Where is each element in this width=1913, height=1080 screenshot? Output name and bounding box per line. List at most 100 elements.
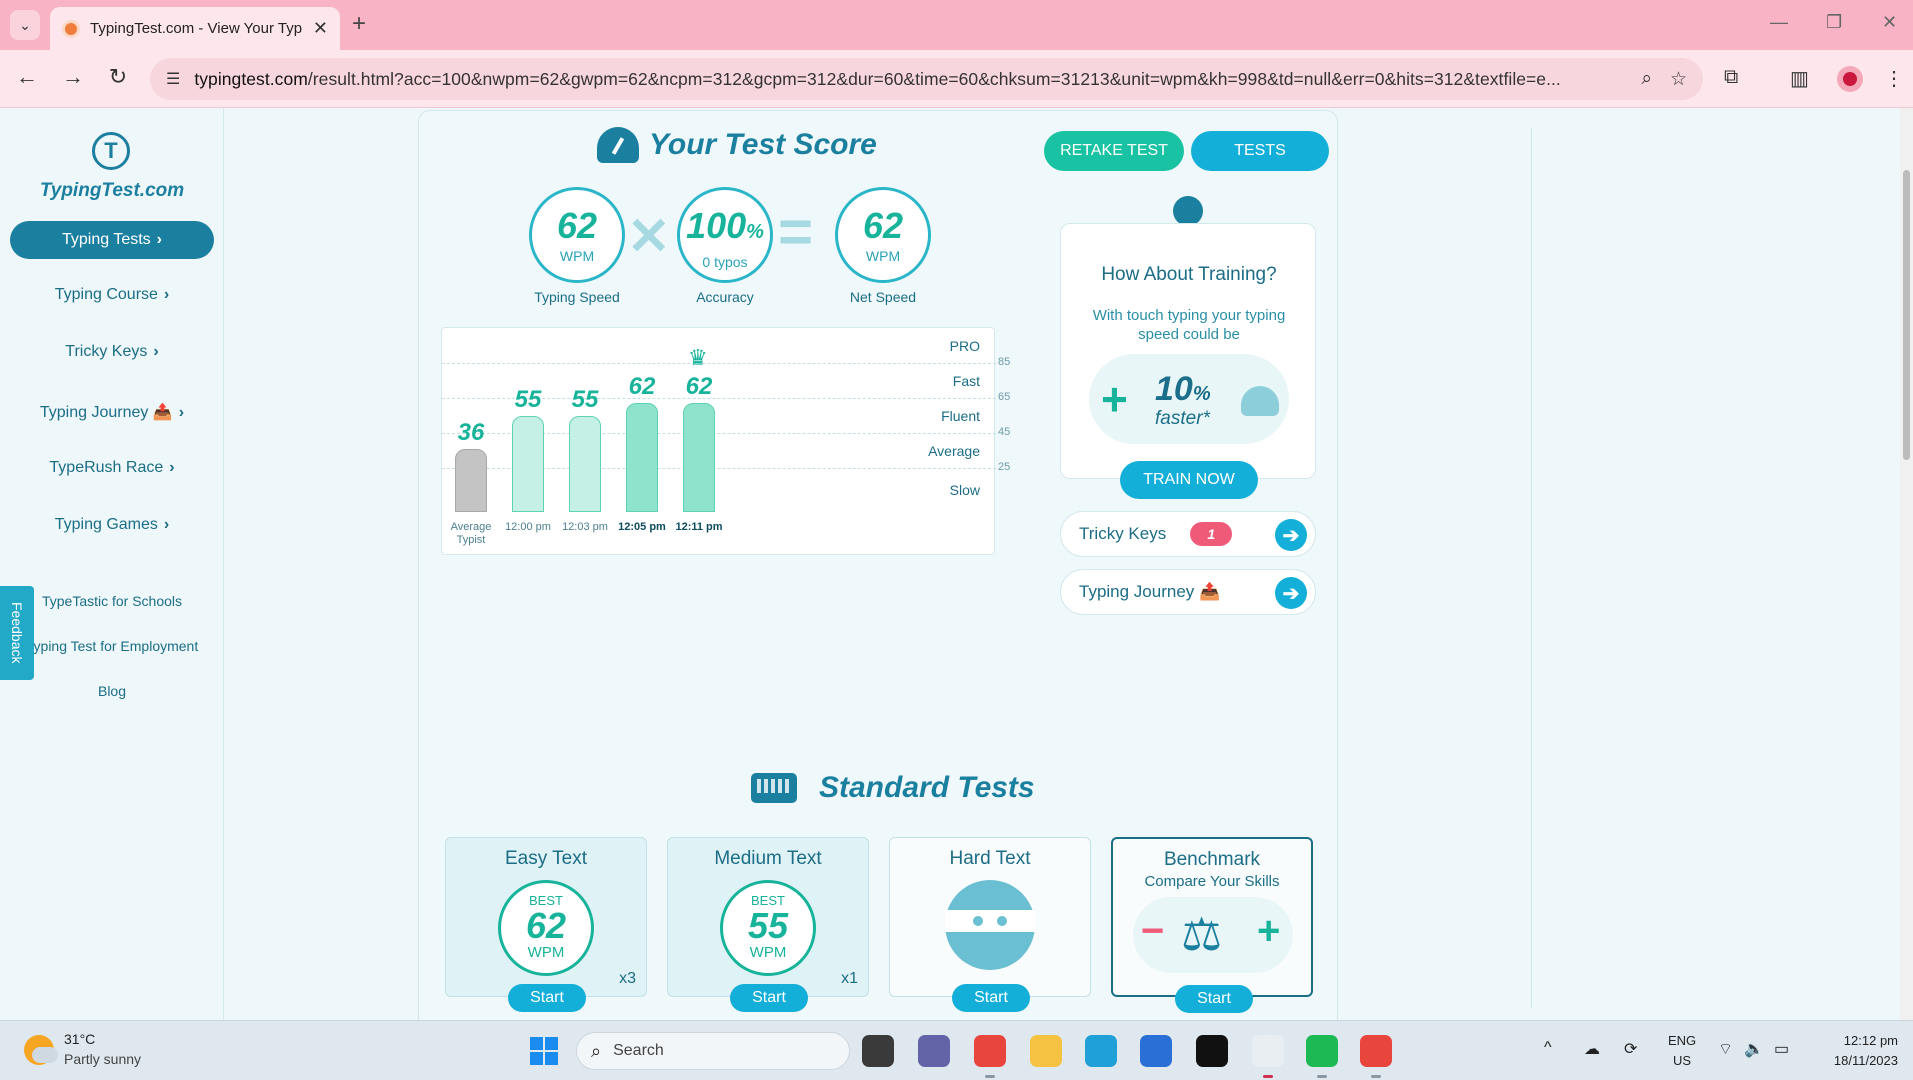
chart-tick-label: 85 — [998, 356, 1011, 369]
weather-partly-sunny-icon[interactable] — [24, 1035, 58, 1065]
score-header: Your Test Score — [597, 127, 877, 163]
browser-tab-bar: ⌄ TypingTest.com - View Your Typ ✕ + — ❐… — [0, 0, 1913, 50]
reload-icon[interactable]: ↻ — [103, 64, 133, 90]
url-text[interactable]: typingtest.com/result.html?acc=100&nwpm=… — [194, 69, 1623, 90]
chart-data-label: 62 — [628, 373, 656, 401]
clock-date[interactable]: 18/11/2023 — [1808, 1053, 1898, 1068]
puzzle-icon[interactable]: ⧉ — [1724, 66, 1738, 89]
browser-toolbar: ← → ↻ ☰ typingtest.com/result.html?acc=1… — [0, 50, 1913, 108]
retake-test-button[interactable]: RETAKE TEST — [1044, 131, 1184, 171]
onedrive-icon[interactable]: ☁ — [1584, 1039, 1600, 1059]
tab-list-button[interactable]: ⌄ — [10, 10, 40, 40]
start-button[interactable]: Start — [508, 984, 586, 1012]
start-button[interactable]: Start — [1175, 985, 1253, 1013]
side-panel-icon[interactable]: ▥ — [1790, 66, 1809, 91]
app-running-indicator — [1263, 1075, 1273, 1078]
crown-icon: ♛ — [688, 345, 708, 371]
tricky-keys-link[interactable]: Tricky Keys 1 ➔ — [1060, 511, 1316, 557]
volume-icon[interactable]: 🔈 — [1744, 1039, 1764, 1059]
input-language[interactable]: ENG — [1668, 1033, 1696, 1048]
store-app-icon[interactable] — [1140, 1035, 1172, 1067]
feedback-label: Feedback — [9, 602, 25, 664]
chrome-app-icon[interactable] — [974, 1035, 1006, 1067]
link-blog[interactable]: Blog — [0, 683, 224, 699]
tests-button[interactable]: TESTS — [1191, 131, 1329, 171]
sidebar-item-typing-journey[interactable]: Typing Journey 📤 › — [0, 402, 224, 422]
typing-speed-value: 62 — [556, 205, 598, 246]
edge-app-icon[interactable] — [1085, 1035, 1117, 1067]
benchmark-badge: − ⚖ + — [1133, 897, 1293, 973]
sync-icon[interactable]: ⟳ — [1624, 1039, 1637, 1059]
feedback-tab[interactable]: Feedback — [0, 586, 34, 680]
sidebar-item-tricky-keys[interactable]: Tricky Keys › — [0, 343, 224, 361]
chart-level-label: Fluent — [941, 407, 980, 424]
window-close-icon[interactable]: ✕ — [1882, 12, 1897, 33]
arrow-right-icon[interactable]: → — [58, 64, 88, 90]
tune-icon[interactable]: ☰ — [166, 69, 180, 89]
score-title: Your Test Score — [649, 128, 877, 161]
sidebar-item-typing-course[interactable]: Typing Course › — [0, 286, 224, 304]
typing-journey-link[interactable]: Typing Journey 📤 ➔ — [1060, 569, 1316, 615]
easy-text-card[interactable]: Easy Text BEST 62 WPM x3 Start — [445, 837, 647, 1012]
url-domain: typingtest.com — [194, 68, 308, 89]
net-speed-unit: WPM — [865, 248, 901, 264]
snipping-tool-app-icon[interactable] — [1252, 1035, 1284, 1067]
chrome-profile-app-icon[interactable] — [1360, 1035, 1392, 1067]
kebab-menu-icon[interactable]: ⋮ — [1884, 66, 1904, 91]
improvement-percent-sign: % — [1192, 383, 1211, 405]
start-button[interactable]: Start — [730, 984, 808, 1012]
chart-bar — [455, 448, 487, 512]
input-region[interactable]: US — [1673, 1053, 1691, 1068]
teams-app-icon[interactable] — [918, 1035, 950, 1067]
file-explorer-app-icon[interactable] — [1030, 1035, 1062, 1067]
weather-description[interactable]: Partly sunny — [64, 1051, 141, 1067]
best-value: 55 — [747, 905, 789, 946]
sidebar-item-typing-tests[interactable]: Typing Tests › — [10, 221, 214, 259]
address-bar[interactable]: ☰ typingtest.com/result.html?acc=100&nwp… — [150, 58, 1703, 100]
profile-avatar-icon[interactable] — [1837, 66, 1863, 92]
close-icon[interactable]: ✕ — [313, 18, 328, 39]
taskbar-search[interactable]: ⌕ Search — [576, 1032, 850, 1070]
chart-category-label: Average Typist — [450, 521, 492, 546]
magnifier-icon[interactable]: ⌕ — [1641, 68, 1652, 90]
standard-tests-header: Standard Tests — [751, 771, 1035, 805]
spotify-app-icon[interactable] — [1306, 1035, 1338, 1067]
medium-text-card[interactable]: Medium Text BEST 55 WPM x1 Start — [667, 837, 869, 1012]
arrow-right-icon[interactable]: ➔ — [1275, 577, 1307, 609]
url-path: /result.html?acc=100&nwpm=62&gwpm=62&ncp… — [307, 68, 1561, 89]
chevron-right-icon: › — [163, 286, 170, 303]
plus-icon[interactable]: + — [352, 10, 366, 38]
chart-tick-label: 65 — [998, 391, 1011, 404]
typing-speed-label: Typing Speed — [534, 289, 620, 305]
weather-temperature[interactable]: 31°C — [64, 1031, 95, 1047]
speedometer-icon — [1241, 386, 1279, 416]
restore-icon[interactable]: ❐ — [1826, 12, 1842, 33]
chart-bar — [512, 415, 544, 512]
train-now-button[interactable]: TRAIN NOW — [1120, 461, 1258, 499]
plus-icon: + — [1257, 909, 1281, 953]
arrow-right-icon[interactable]: ➔ — [1275, 519, 1307, 551]
minus-icon: − — [1141, 909, 1165, 953]
netflix-app-icon[interactable] — [1196, 1035, 1228, 1067]
sidebar-item-typerush-race[interactable]: TypeRush Race › — [0, 459, 224, 477]
typingtest-logo-icon[interactable]: T — [92, 132, 130, 170]
wifi-icon[interactable]: ⌔ — [1718, 1039, 1733, 1059]
best-unit: WPM — [749, 944, 787, 961]
windows-start-icon[interactable] — [530, 1037, 558, 1065]
benchmark-card[interactable]: Benchmark Compare Your Skills − ⚖ + Star… — [1111, 837, 1313, 1013]
active-tab[interactable]: TypingTest.com - View Your Typ ✕ — [50, 7, 340, 50]
minimize-icon[interactable]: — — [1770, 12, 1788, 33]
test-card-title: Hard Text — [949, 848, 1031, 869]
battery-icon[interactable]: ▭ — [1774, 1039, 1789, 1059]
sidebar-item-typing-games[interactable]: Typing Games › — [0, 516, 224, 534]
logo-text[interactable]: TypingTest.com — [0, 180, 224, 202]
start-button[interactable]: Start — [952, 984, 1030, 1012]
scroll-thumb[interactable] — [1903, 170, 1910, 460]
task-view-app-icon[interactable] — [862, 1035, 894, 1067]
star-icon[interactable]: ☆ — [1670, 68, 1687, 91]
tray-overflow-icon[interactable]: ^ — [1544, 1039, 1552, 1057]
page-scrollbar[interactable] — [1900, 108, 1913, 1020]
clock-time[interactable]: 12:12 pm — [1808, 1033, 1898, 1048]
arrow-left-icon[interactable]: ← — [12, 64, 42, 90]
hard-text-card[interactable]: Hard Text Start — [889, 837, 1091, 1012]
